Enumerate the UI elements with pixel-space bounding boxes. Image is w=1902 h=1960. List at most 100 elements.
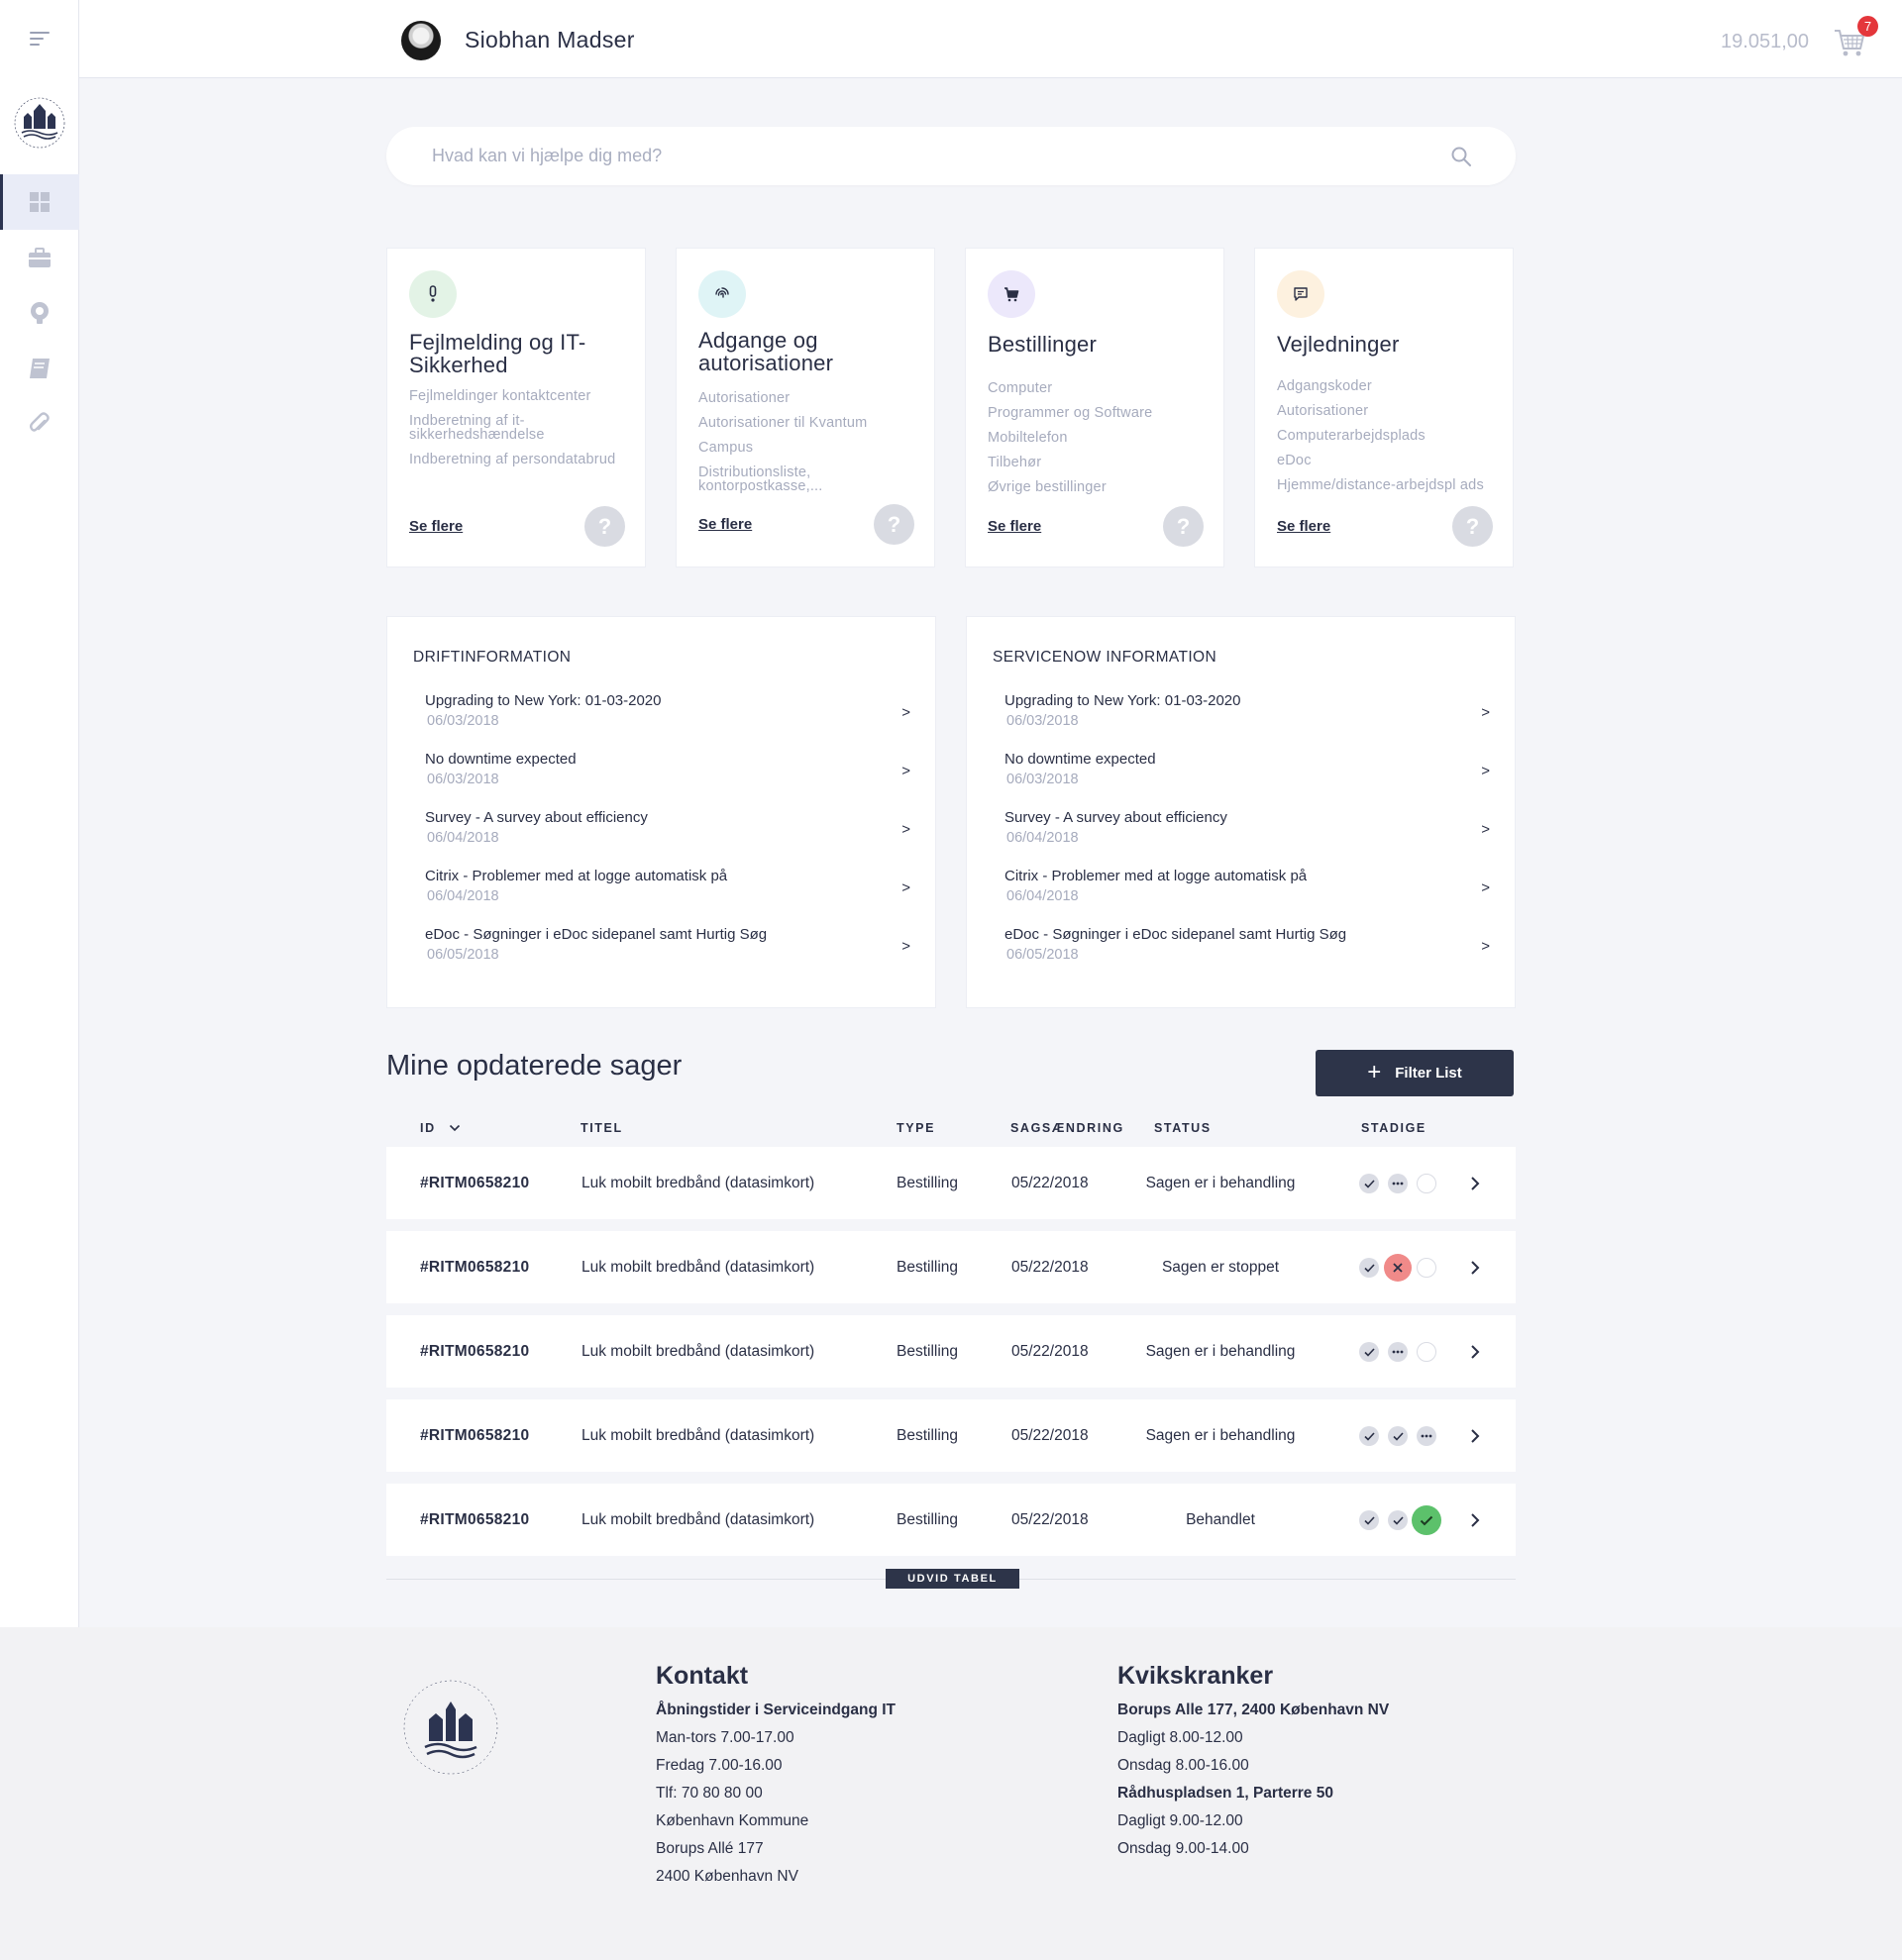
card-link[interactable]: Distributionsliste, kontorpostkasse,... [698, 465, 921, 494]
help-icon[interactable]: ? [1452, 506, 1493, 547]
help-icon[interactable]: ? [584, 506, 625, 547]
sidebar-item-ideas[interactable] [0, 285, 79, 341]
case-status: Sagen er i behandling [1145, 1343, 1296, 1360]
news-date: 06/03/2018 [1006, 713, 1079, 729]
kiosks-column: Kvikskranker Borups Alle 177, 2400 Køben… [1117, 1662, 1389, 1863]
chevron-right-icon: > [901, 763, 910, 779]
news-title: Citrix - Problemer med at logge automati… [425, 868, 728, 884]
servicenow-information-panel: SERVICENOW INFORMATION Upgrading to New … [966, 616, 1516, 1008]
paperclip-icon [30, 412, 50, 432]
news-date: 06/05/2018 [1006, 947, 1079, 963]
card-link[interactable]: Computerarbejdsplads [1277, 429, 1500, 444]
case-id[interactable]: #RITM0658210 [420, 1259, 529, 1277]
case-type: Bestilling [897, 1511, 959, 1528]
kommune-logo[interactable] [12, 93, 67, 153]
see-more-link[interactable]: Se flere [409, 518, 463, 535]
chevron-right-icon[interactable] [1468, 1176, 1482, 1191]
card-links: Fejlmeldinger kontaktcenter Indberetning… [409, 389, 632, 477]
card-title[interactable]: Adgange og autorisationer [698, 329, 926, 374]
table-row[interactable]: #RITM0658210 Luk mobilt bredbånd (datasim… [386, 1484, 1516, 1556]
card-link[interactable]: Campus [698, 441, 921, 456]
case-type: Bestilling [897, 1259, 959, 1276]
news-item[interactable]: Survey - A survey about efficiency 06/04/… [425, 809, 910, 868]
sidebar-item-guides[interactable] [0, 341, 79, 396]
news-item[interactable]: Survey - A survey about efficiency 06/04/… [1004, 809, 1490, 868]
stage-in-progress-icon [1417, 1426, 1436, 1446]
phone-link[interactable]: Tlf: 70 80 80 00 [656, 1780, 896, 1807]
chevron-right-icon[interactable] [1468, 1344, 1482, 1360]
card-title[interactable]: Fejlmelding og IT-Sikkerhed [409, 331, 637, 376]
kiosk-line: Rådhuspladsen 1, Parterre 50 [1117, 1785, 1333, 1802]
news-title: eDoc - Søgninger i eDoc sidepanel samt H… [425, 926, 768, 943]
stage-done-icon [1359, 1342, 1379, 1362]
stage-pending-icon [1417, 1258, 1436, 1278]
table-row[interactable]: #RITM0658210 Luk mobilt bredbånd (datasim… [386, 1399, 1516, 1472]
news-item[interactable]: No downtime expected 06/03/2018 > [1004, 751, 1490, 809]
section-title: Mine opdaterede sager [386, 1050, 683, 1082]
card-link[interactable]: Fejlmeldinger kontaktcenter [409, 389, 632, 404]
case-id[interactable]: #RITM0658210 [420, 1427, 529, 1445]
card-link[interactable]: Computer [988, 381, 1211, 396]
card-title[interactable]: Bestillinger [988, 333, 1215, 356]
news-item[interactable]: Citrix - Problemer med at logge automati… [425, 868, 910, 926]
help-icon[interactable]: ? [874, 504, 914, 545]
table-row[interactable]: #RITM0658210 Luk mobilt bredbånd (datasim… [386, 1315, 1516, 1388]
card-link[interactable]: Autorisationer [698, 391, 921, 406]
card-link[interactable]: Indberetning af persondatabrud [409, 453, 632, 467]
see-more-link[interactable]: Se flere [698, 516, 752, 533]
stage-pending-icon [1417, 1342, 1436, 1362]
menu-icon[interactable] [30, 32, 50, 50]
column-header-type: TYPE [897, 1121, 936, 1135]
stage-done-icon [1388, 1510, 1408, 1530]
news-date: 06/03/2018 [1006, 772, 1079, 787]
table-row[interactable]: #RITM0658210 Luk mobilt bredbånd (datasim… [386, 1147, 1516, 1219]
case-id[interactable]: #RITM0658210 [420, 1343, 529, 1361]
case-title: Luk mobilt bredbånd (datasimkort) [581, 1511, 815, 1528]
news-item[interactable]: eDoc - Søgninger i eDoc sidepanel samt H… [1004, 926, 1490, 984]
news-date: 06/04/2018 [1006, 830, 1079, 846]
chevron-right-icon[interactable] [1468, 1512, 1482, 1528]
case-id[interactable]: #RITM0658210 [420, 1175, 529, 1192]
news-item[interactable]: No downtime expected 06/03/2018 > [425, 751, 910, 809]
expand-table-button[interactable]: UDVID TABEL [886, 1569, 1019, 1589]
case-id[interactable]: #RITM0658210 [420, 1511, 529, 1529]
sidebar-item-dashboard[interactable] [0, 174, 79, 230]
kiosk-line: Onsdag 8.00-16.00 [1117, 1757, 1249, 1774]
card-link[interactable]: Mobiltelefon [988, 431, 1211, 446]
sidebar-item-briefcase[interactable] [0, 230, 79, 285]
chevron-right-icon[interactable] [1468, 1428, 1482, 1444]
search-icon[interactable] [1450, 146, 1472, 167]
avatar[interactable] [401, 21, 441, 60]
news-item[interactable]: eDoc - Søgninger i eDoc sidepanel samt H… [425, 926, 910, 984]
chevron-right-icon[interactable] [1468, 1260, 1482, 1276]
card-link[interactable]: Adgangskoder [1277, 379, 1500, 394]
news-title: Upgrading to New York: 01-03-2020 [1004, 692, 1241, 709]
news-item[interactable]: Citrix - Problemer med at logge automati… [1004, 868, 1490, 926]
card-title[interactable]: Vejledninger [1277, 333, 1505, 356]
card-link[interactable]: Autorisationer til Kvantum [698, 416, 921, 431]
card-link[interactable]: Øvrige bestillinger [988, 480, 1211, 495]
card-link[interactable]: Tilbehør [988, 456, 1211, 470]
card-links: Adgangskoder Autorisationer Computerarbe… [1277, 379, 1500, 503]
card-link[interactable]: eDoc [1277, 454, 1500, 468]
filter-list-button[interactable]: + Filter List [1316, 1050, 1514, 1096]
sidebar-item-attachments[interactable] [0, 396, 79, 452]
briefcase-icon [29, 248, 51, 267]
news-item[interactable]: Upgrading to New York: 01-03-2020 06/03/2… [1004, 692, 1490, 751]
panel-title: SERVICENOW INFORMATION [993, 649, 1217, 666]
user-name[interactable]: Siobhan Madser [465, 27, 635, 53]
stage-done-icon [1359, 1510, 1379, 1530]
card-link[interactable]: Hjemme/distance-arbejdspl ads [1277, 478, 1485, 493]
card-link[interactable]: Programmer og Software [988, 406, 1211, 421]
search-input[interactable] [432, 127, 1373, 185]
table-row[interactable]: #RITM0658210 Luk mobilt bredbånd (datasim… [386, 1231, 1516, 1303]
news-item[interactable]: Upgrading to New York: 01-03-2020 06/03/2… [425, 692, 910, 751]
see-more-link[interactable]: Se flere [1277, 518, 1330, 535]
stage-in-progress-icon [1388, 1342, 1408, 1362]
card-link[interactable]: Indberetning af it-sikkerhedshændelse [409, 414, 632, 443]
column-header-id[interactable]: ID [420, 1121, 461, 1135]
chevron-right-icon: > [901, 704, 910, 721]
see-more-link[interactable]: Se flere [988, 518, 1041, 535]
help-icon[interactable]: ? [1163, 506, 1204, 547]
card-link[interactable]: Autorisationer [1277, 404, 1500, 419]
